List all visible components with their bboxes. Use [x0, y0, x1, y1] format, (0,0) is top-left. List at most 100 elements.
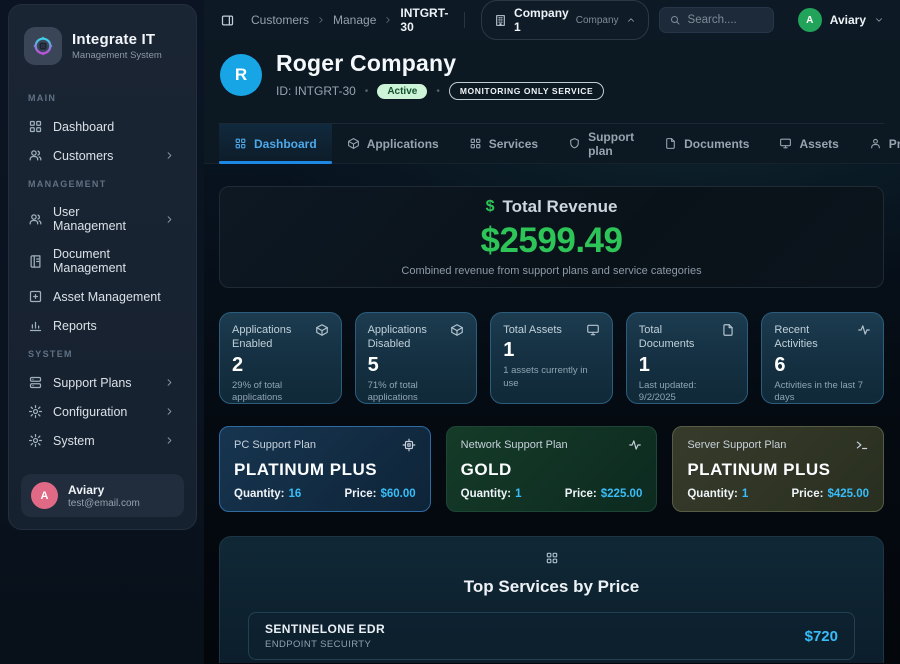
brand-subtitle: Management System: [72, 50, 162, 61]
plan-category: Server Support Plan: [687, 439, 786, 451]
tab-profile[interactable]: Profile: [854, 124, 900, 163]
sidebar-item-system[interactable]: System: [22, 427, 183, 454]
service-category: ENDPOINT SECUIRTY: [265, 639, 385, 650]
support-plans-row: PC Support Plan PLATINUM PLUS Quantity:1…: [219, 426, 884, 512]
stats-row: Applications Enabled 2 29% of total appl…: [219, 312, 884, 404]
tab-assets[interactable]: Assets: [764, 124, 853, 163]
stat-card-applications-enabled: Applications Enabled 2 29% of total appl…: [219, 312, 342, 404]
plan-name: GOLD: [461, 460, 643, 480]
sidebar-item-reports[interactable]: Reports: [22, 312, 183, 339]
sidebar-item-support-plans[interactable]: Support Plans: [22, 369, 183, 396]
nav-section-main: MAIN Dashboard Customers: [22, 93, 183, 169]
dot-separator: •: [436, 86, 440, 97]
stat-caption: 71% of total applications: [368, 380, 465, 406]
avatar: A: [31, 482, 58, 509]
dot-separator: •: [365, 86, 369, 97]
dollar-icon: $: [486, 198, 495, 216]
company-id: ID: INTGRT-30: [276, 84, 356, 98]
grid-icon: [469, 137, 482, 150]
search-icon: [669, 14, 681, 26]
price-value: $225.00: [601, 488, 643, 500]
book-icon: [28, 254, 43, 269]
file-icon: [721, 323, 735, 337]
tab-label: Dashboard: [254, 137, 317, 151]
sidebar-item-label: Asset Management: [53, 290, 177, 304]
sidebar-item-label: Reports: [53, 319, 177, 333]
stat-value: 5: [368, 354, 465, 377]
plan-card-server: Server Support Plan PLATINUM PLUS Quanti…: [672, 426, 884, 512]
chevron-right-icon: [316, 15, 326, 25]
sidebar-item-dashboard[interactable]: Dashboard: [22, 113, 183, 140]
activity-icon: [857, 323, 871, 337]
sidebar-item-document-management[interactable]: Document Management: [22, 241, 183, 281]
stat-card-recent-activities: Recent Activities 6 Activities in the la…: [761, 312, 884, 404]
stat-label: Recent Activities: [774, 323, 852, 352]
total-revenue-card: $ Total Revenue $2599.49 Combined revenu…: [219, 186, 884, 288]
chevron-right-icon: [162, 433, 177, 448]
box-plus-icon: [28, 289, 43, 304]
quantity-label: Quantity:: [234, 488, 284, 500]
breadcrumb-manage[interactable]: Manage: [333, 13, 376, 27]
stat-value: 2: [232, 354, 329, 377]
nav-section-management: MANAGEMENT User Management Document Mana…: [22, 179, 183, 339]
revenue-subtitle: Combined revenue from support plans and …: [401, 265, 701, 277]
monitor-icon: [779, 137, 792, 150]
tab-label: Services: [489, 137, 538, 151]
tab-applications[interactable]: Applications: [332, 124, 454, 163]
sidebar-item-configuration[interactable]: Configuration: [22, 398, 183, 425]
breadcrumb-customers[interactable]: Customers: [251, 13, 309, 27]
sidebar-user-card[interactable]: A Aviary test@email.com: [21, 474, 184, 517]
chevron-right-icon: [383, 15, 393, 25]
sidebar-user-email: test@email.com: [68, 498, 140, 509]
quantity-value: 1: [515, 488, 521, 500]
avatar: A: [798, 8, 822, 32]
tab-label: Support plan: [588, 130, 634, 158]
sidebar-item-label: Configuration: [53, 405, 152, 419]
chevron-right-icon: [162, 212, 177, 227]
tab-dashboard[interactable]: Dashboard: [219, 124, 332, 163]
top-services-title: Top Services by Price: [248, 577, 855, 597]
search-input[interactable]: [688, 14, 764, 26]
tab-label: Assets: [799, 137, 838, 151]
stat-card-total-documents: Total Documents 1 Last updated: 9/2/2025: [626, 312, 749, 404]
breadcrumb-current: INTGRT-30: [400, 6, 448, 34]
package-icon: [315, 323, 329, 337]
stat-label: Total Assets: [503, 323, 562, 337]
service-list-item: SENTINELONE EDR ENDPOINT SECUIRTY $720: [248, 612, 855, 660]
sidebar-item-customers[interactable]: Customers: [22, 142, 183, 169]
stat-value: 6: [774, 354, 871, 377]
page-title: Roger Company: [276, 50, 604, 77]
tab-services[interactable]: Services: [454, 124, 553, 163]
chevron-right-icon: [162, 375, 177, 390]
price-label: Price:: [565, 488, 597, 500]
chevron-right-icon: [162, 404, 177, 419]
quantity-label: Quantity:: [687, 488, 737, 500]
sidebar-toggle-icon[interactable]: [220, 13, 235, 28]
user-menu[interactable]: A Aviary: [798, 8, 884, 32]
tab-label: Applications: [367, 137, 439, 151]
sidebar-item-asset-management[interactable]: Asset Management: [22, 283, 183, 310]
dashboard-content: $ Total Revenue $2599.49 Combined revenu…: [204, 164, 900, 663]
plan-card-pc: PC Support Plan PLATINUM PLUS Quantity:1…: [219, 426, 431, 512]
sidebar-item-user-management[interactable]: User Management: [22, 199, 183, 239]
users-icon: [28, 212, 43, 227]
plan-category: PC Support Plan: [234, 439, 316, 451]
top-services-card: Top Services by Price SENTINELONE EDR EN…: [219, 536, 884, 663]
stat-label: Applications Enabled: [232, 323, 310, 352]
stat-value: 1: [639, 354, 736, 377]
package-icon: [450, 323, 464, 337]
activity-icon: [628, 438, 642, 452]
package-icon: [347, 137, 360, 150]
stat-label: Applications Disabled: [368, 323, 446, 352]
tab-support-plan[interactable]: Support plan: [553, 124, 649, 163]
users-icon: [28, 148, 43, 163]
stat-caption: 29% of total applications: [232, 380, 329, 406]
app-logo-icon: [24, 27, 62, 65]
monitor-icon: [586, 323, 600, 337]
sidebar-item-label: Support Plans: [53, 376, 152, 390]
company-selector[interactable]: Company 1 Company: [481, 0, 649, 40]
tab-documents[interactable]: Documents: [649, 124, 764, 163]
grid-icon: [234, 137, 247, 150]
file-icon: [664, 137, 677, 150]
status-badge: Active: [377, 84, 427, 99]
